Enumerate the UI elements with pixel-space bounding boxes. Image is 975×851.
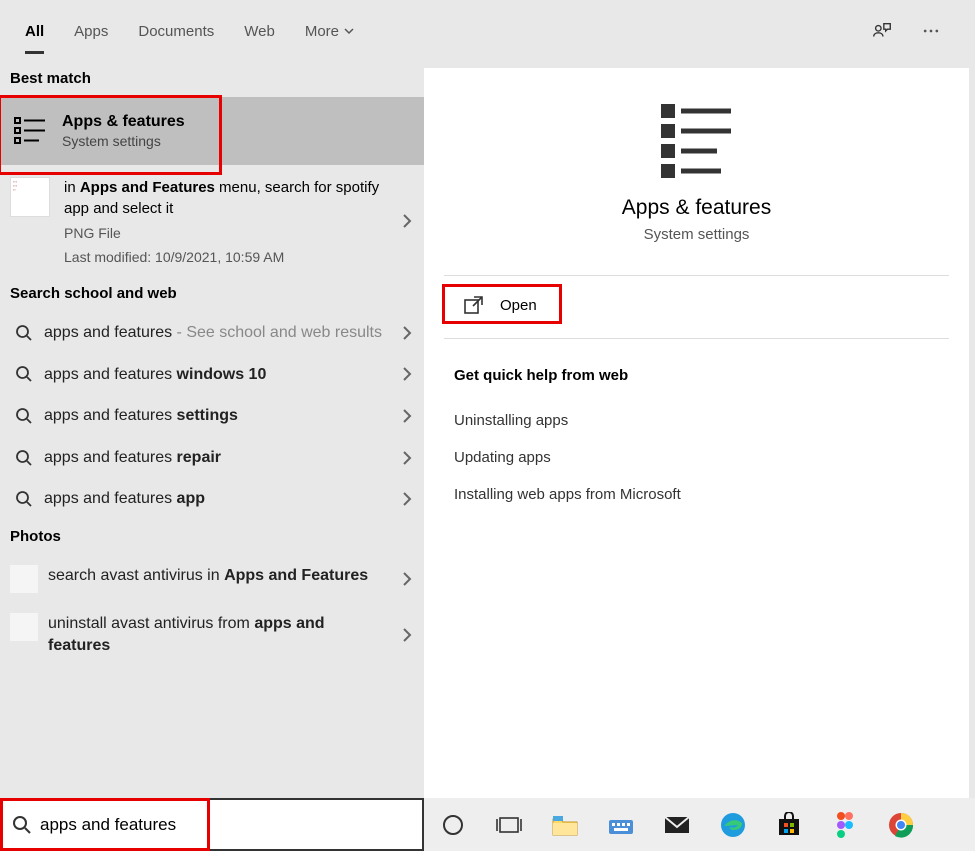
figma-icon[interactable] — [830, 810, 860, 840]
suggestion-text: apps and features - See school and web r… — [44, 322, 414, 344]
chevron-right-icon — [402, 408, 412, 424]
chevron-right-icon — [402, 366, 412, 382]
photo-result[interactable]: search avast antivirus in Apps and Featu… — [0, 555, 424, 603]
file-thumbnail: ▪▪▪▪▪▪▪▪ — [10, 177, 50, 217]
search-icon — [10, 365, 38, 383]
preview-subtitle: System settings — [644, 226, 750, 243]
search-input[interactable] — [32, 815, 412, 835]
best-match-result[interactable]: Apps & features System settings — [0, 97, 424, 165]
chevron-right-icon — [402, 213, 412, 229]
search-icon — [10, 407, 38, 425]
keyboard-icon[interactable] — [606, 810, 636, 840]
search-bar[interactable] — [0, 798, 424, 851]
file-result-modified: Last modified: 10/9/2021, 10:59 AM — [64, 249, 384, 265]
chrome-icon[interactable] — [886, 810, 916, 840]
help-link-installing-web[interactable]: Installing web apps from Microsoft — [454, 476, 939, 513]
file-explorer-icon[interactable] — [550, 810, 580, 840]
file-result-type: PNG File — [64, 225, 384, 241]
open-icon — [464, 296, 484, 314]
search-icon — [12, 815, 32, 835]
web-suggestion[interactable]: apps and features - See school and web r… — [0, 312, 424, 354]
help-header: Get quick help from web — [454, 367, 939, 384]
edge-icon[interactable] — [718, 810, 748, 840]
best-match-subtitle: System settings — [62, 133, 185, 149]
section-search-web: Search school and web — [0, 277, 424, 312]
tab-more-label: More — [305, 23, 339, 40]
open-label: Open — [500, 297, 537, 314]
search-scope-tabs: All Apps Documents Web More — [0, 0, 975, 62]
search-results-list: Best match Apps & features System settin… — [0, 62, 424, 798]
tab-documents[interactable]: Documents — [123, 5, 229, 58]
search-icon — [10, 324, 38, 342]
chevron-down-icon — [343, 25, 355, 37]
section-photos: Photos — [0, 520, 424, 555]
file-result-title: in Apps and Features menu, search for sp… — [64, 177, 384, 219]
search-icon — [10, 449, 38, 467]
mail-icon[interactable] — [662, 810, 692, 840]
chevron-right-icon — [402, 627, 412, 643]
suggestion-text: apps and features settings — [44, 405, 414, 427]
suggestion-text: apps and features app — [44, 488, 414, 510]
chevron-right-icon — [402, 491, 412, 507]
web-suggestion[interactable]: apps and features app — [0, 478, 424, 520]
photo-result[interactable]: uninstall avast antivirus from apps and … — [0, 603, 424, 668]
web-suggestion[interactable]: apps and features repair — [0, 437, 424, 479]
store-icon[interactable] — [774, 810, 804, 840]
tab-more[interactable]: More — [290, 5, 370, 58]
best-match-title: Apps & features — [62, 113, 185, 131]
settings-list-icon — [10, 111, 50, 151]
photo-thumbnail — [10, 613, 38, 641]
photo-result-text: search avast antivirus in Apps and Featu… — [48, 565, 414, 587]
tab-web[interactable]: Web — [229, 5, 290, 58]
open-button[interactable]: Open — [434, 282, 959, 328]
tab-apps[interactable]: Apps — [59, 5, 123, 58]
section-best-match: Best match — [0, 62, 424, 97]
tab-all[interactable]: All — [10, 5, 59, 58]
result-preview-pane: Apps & features System settings Open Get… — [424, 68, 969, 798]
feedback-icon[interactable] — [871, 20, 893, 42]
web-suggestion[interactable]: apps and features windows 10 — [0, 354, 424, 396]
cortana-icon[interactable] — [438, 810, 468, 840]
chevron-right-icon — [402, 450, 412, 466]
file-result[interactable]: ▪▪▪▪▪▪▪▪ in Apps and Features menu, sear… — [0, 165, 424, 277]
more-options-icon[interactable] — [921, 21, 941, 41]
chevron-right-icon — [402, 325, 412, 341]
task-view-icon[interactable] — [494, 810, 524, 840]
taskbar — [424, 798, 975, 851]
help-link-updating[interactable]: Updating apps — [454, 439, 939, 476]
photo-thumbnail — [10, 565, 38, 593]
preview-title: Apps & features — [622, 196, 771, 220]
web-suggestion[interactable]: apps and features settings — [0, 395, 424, 437]
divider — [444, 275, 949, 276]
suggestion-text: apps and features repair — [44, 447, 414, 469]
chevron-right-icon — [402, 571, 412, 587]
search-icon — [10, 490, 38, 508]
photo-result-text: uninstall avast antivirus from apps and … — [48, 613, 414, 658]
apps-features-large-icon — [657, 98, 737, 178]
suggestion-text: apps and features windows 10 — [44, 364, 414, 386]
help-link-uninstalling[interactable]: Uninstalling apps — [454, 402, 939, 439]
